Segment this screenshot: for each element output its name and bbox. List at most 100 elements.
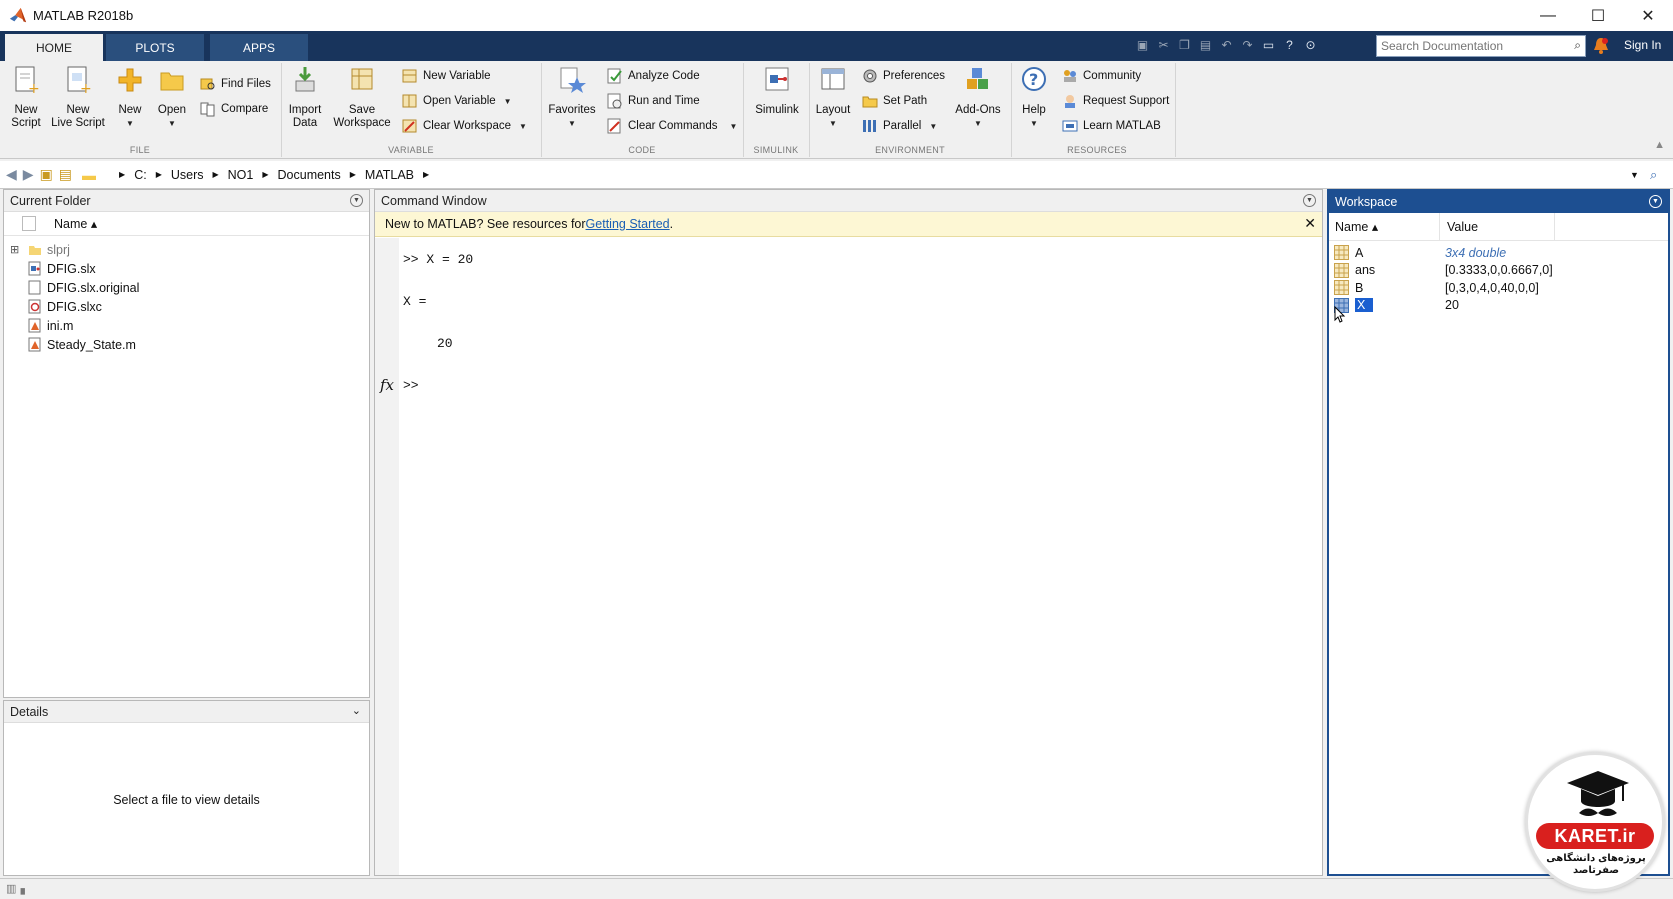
switch-windows-icon[interactable]: ▭ [1260,36,1277,53]
new-button[interactable]: New ▼ [110,65,150,130]
cut-icon[interactable]: ✂ [1155,36,1172,53]
current-folder-header: Current Folder ▼ [4,190,369,212]
clear-commands-button[interactable]: Clear Commands ▼ [607,115,737,137]
minimize-button[interactable]: — [1523,0,1573,31]
community-button[interactable]: Community [1062,65,1141,87]
compare-button[interactable]: Compare [200,98,268,120]
name-column-header[interactable]: Name ▴ [54,216,97,231]
breadcrumb-item[interactable]: Documents [278,168,341,182]
current-folder-column-header[interactable]: Name ▴ [4,212,369,236]
breadcrumb-separator[interactable]: ▶ [262,170,268,179]
command-prompt[interactable]: >> [403,378,419,393]
learn-matlab-button[interactable]: Learn MATLAB [1062,115,1161,137]
search-input[interactable] [1377,37,1557,55]
collapse-ribbon-icon[interactable]: ▲ [1654,139,1665,151]
notification-bell-icon[interactable] [1593,37,1609,55]
new-script-button[interactable]: + New Script [6,65,46,130]
help-icon[interactable]: ? [1281,36,1298,53]
command-output-area[interactable]: >> X = 20 X = 20 fx >> [375,238,1322,875]
copy-icon[interactable]: ❐ [1176,36,1193,53]
browse-folder-icon[interactable]: ▤ [59,166,72,183]
search-folder-icon[interactable]: ⌕ [1650,167,1657,183]
details-header[interactable]: Details ⌄ [4,701,369,723]
list-item[interactable]: DFIG.slxc [4,297,369,316]
new-live-script-button[interactable]: + New Live Script [48,65,108,130]
undo-icon[interactable]: ↶ [1218,36,1235,53]
clear-workspace-dropdown-icon[interactable]: ▼ [519,122,527,131]
list-item[interactable]: DFIG.slx.original [4,278,369,297]
back-arrow-icon[interactable]: ◀ [6,166,17,183]
close-button[interactable]: ✕ [1623,0,1673,31]
workspace-header: Workspace ▼ [1329,191,1668,213]
new-variable-button[interactable]: New Variable [402,65,491,87]
add-ons-button[interactable]: Add-Ons ▼ [954,65,1002,130]
layout-dropdown-icon[interactable]: ▼ [812,117,854,130]
list-item[interactable]: DFIG.slx [4,259,369,278]
list-item[interactable]: ini.m [4,316,369,335]
breadcrumb-separator[interactable]: ▶ [350,170,356,179]
open-dropdown-icon[interactable]: ▼ [152,117,192,130]
table-row[interactable]: A 3x4 double [1329,244,1668,262]
clear-commands-dropdown-icon[interactable]: ▼ [729,122,737,131]
breadcrumb-item[interactable]: MATLAB [365,168,414,182]
list-item[interactable]: Steady_State.m [4,335,369,354]
tab-apps[interactable]: APPS [210,34,308,61]
quick-access-toolbar: ▣ ✂ ❐ ▤ ↶ ↷ ▭ ? ⊙ [1134,36,1319,56]
breadcrumb-item[interactable]: NO1 [228,168,254,182]
forward-arrow-icon[interactable]: ▶ [23,166,34,183]
run-and-time-button[interactable]: Run and Time [607,90,700,112]
redo-icon[interactable]: ↷ [1239,36,1256,53]
paste-icon[interactable]: ▤ [1197,36,1214,53]
breadcrumb-item[interactable]: Users [171,168,204,182]
chevron-down-icon[interactable]: ⌄ [352,704,361,717]
customize-icon[interactable]: ⊙ [1302,36,1319,53]
up-folder-icon[interactable]: ▣ [40,166,53,183]
set-path-button[interactable]: Set Path [862,90,927,112]
close-banner-icon[interactable]: ✕ [1304,215,1316,232]
request-support-button[interactable]: Request Support [1062,90,1169,112]
tab-plots[interactable]: PLOTS [106,34,204,61]
open-variable-button[interactable]: Open Variable ▼ [402,90,512,112]
save-workspace-button[interactable]: Save Workspace [330,65,394,130]
favorites-dropdown-icon[interactable]: ▼ [546,117,598,130]
sign-in-link[interactable]: Sign In [1624,38,1661,52]
name-column-header[interactable]: Name ▴ [1329,213,1440,240]
help-button[interactable]: ? Help ▼ [1014,65,1054,130]
simulink-button[interactable]: Simulink [750,65,804,117]
favorites-button[interactable]: Favorites ▼ [546,65,598,130]
parallel-button[interactable]: Parallel ▼ [862,115,937,137]
open-variable-dropdown-icon[interactable]: ▼ [504,97,512,106]
breadcrumb-item[interactable]: C: [134,168,147,182]
panel-actions-icon[interactable]: ▼ [1649,195,1662,208]
panel-actions-icon[interactable]: ▼ [1303,194,1316,207]
getting-started-link[interactable]: Getting Started [586,217,670,231]
breadcrumb-separator[interactable]: ▶ [423,170,429,179]
preferences-button[interactable]: Preferences [862,65,945,87]
new-dropdown-icon[interactable]: ▼ [110,117,150,130]
breadcrumb-separator[interactable]: ▶ [213,170,219,179]
expand-icon[interactable]: ⊞ [10,243,20,256]
find-files-button[interactable]: Find Files [200,73,271,95]
table-row[interactable]: X 20 [1329,297,1668,315]
save-icon[interactable]: ▣ [1134,36,1151,53]
function-browser-icon[interactable]: fx [380,376,394,394]
parallel-dropdown-icon[interactable]: ▼ [929,122,937,131]
breadcrumb-separator[interactable]: ▶ [156,170,162,179]
search-documentation-field[interactable]: ⌕ [1376,35,1586,57]
clear-workspace-button[interactable]: Clear Workspace ▼ [402,115,527,137]
address-dropdown-icon[interactable]: ▼ [1630,170,1639,180]
analyze-code-button[interactable]: Analyze Code [607,65,700,87]
value-column-header[interactable]: Value [1440,213,1555,240]
import-data-button[interactable]: Import Data [284,65,326,130]
layout-button[interactable]: Layout ▼ [812,65,854,130]
add-ons-dropdown-icon[interactable]: ▼ [954,117,1002,130]
open-button[interactable]: Open ▼ [152,65,192,130]
table-row[interactable]: ans [0.3333,0,0.6667,0] [1329,262,1668,280]
search-icon[interactable]: ⌕ [1574,38,1581,53]
help-dropdown-icon[interactable]: ▼ [1014,117,1054,130]
panel-actions-icon[interactable]: ▼ [350,194,363,207]
tab-home[interactable]: HOME [5,34,103,61]
maximize-button[interactable]: ☐ [1573,0,1623,31]
list-item[interactable]: ⊞ slprj [4,240,369,259]
table-row[interactable]: B [0,3,0,4,0,40,0,0] [1329,279,1668,297]
